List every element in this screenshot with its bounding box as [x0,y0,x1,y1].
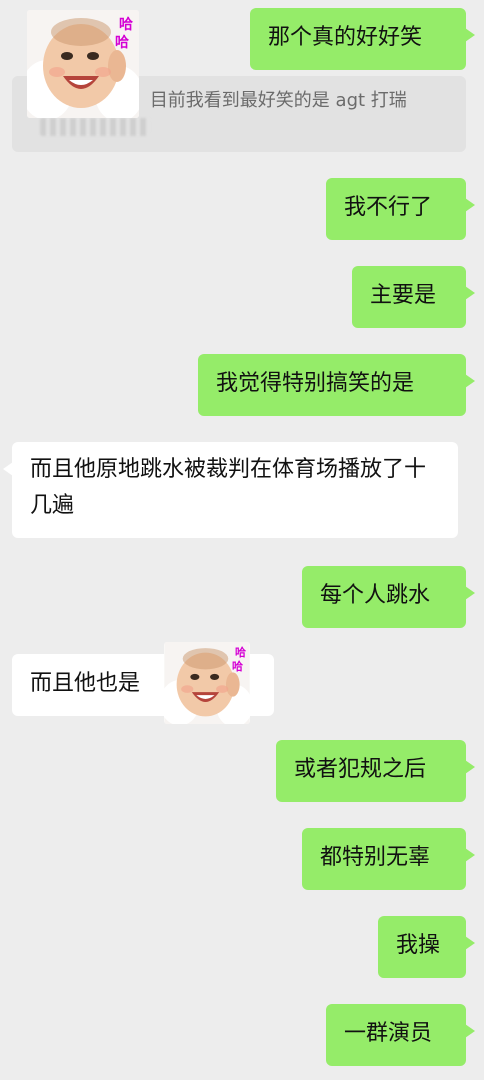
sticker-label-top: 哈 [119,17,133,33]
message-text: 或者犯规之后 [294,757,427,782]
message-text: 那个真的好好笑 [268,25,423,50]
message-text: 主要是 [370,283,437,308]
message-bubble-sent[interactable]: 一群演员 [326,1004,475,1066]
message-bubble-received[interactable]: 而且他原地跳水被裁判在体育场播放了十几遍 [3,442,458,538]
message-bubble-sent[interactable]: 我操 [378,916,475,978]
message-text: 我觉得特别搞笑的是 [216,371,415,396]
message-text: 都特别无辜 [320,845,431,870]
message-bubble-sent[interactable]: 每个人跳水 [302,566,475,628]
message-bubble-sent[interactable]: 主要是 [352,266,475,328]
message-text: 每个人跳水 [320,583,431,608]
message-bubble-sent[interactable]: 都特别无辜 [302,828,475,890]
blurred-name [40,118,150,136]
message-bubble-sent[interactable]: 我觉得特别搞笑的是 [198,354,475,416]
baby-sticker[interactable]: 哈 哈 [27,10,139,118]
sticker-label-bottom: 哈 [232,660,243,673]
message-text: 而且他也是 [30,671,141,696]
baby-sticker[interactable]: 哈 哈 [164,642,250,724]
message-text: 我不行了 [344,195,433,220]
message-bubble-sent[interactable]: 我不行了 [326,178,475,240]
message-text: 我操 [396,933,441,958]
message-bubble-sent[interactable]: 或者犯规之后 [276,740,475,802]
quote-text: 目前我看到最好笑的是 agt 打瑞 [149,90,407,111]
message-bubble-sent[interactable]: 那个真的好好笑 [250,8,475,70]
sticker-label-bottom: 哈 [115,35,129,51]
message-text: 一群演员 [344,1021,433,1046]
message-text: 而且他原地跳水被裁判在体育场播放了十几遍 [30,457,427,518]
